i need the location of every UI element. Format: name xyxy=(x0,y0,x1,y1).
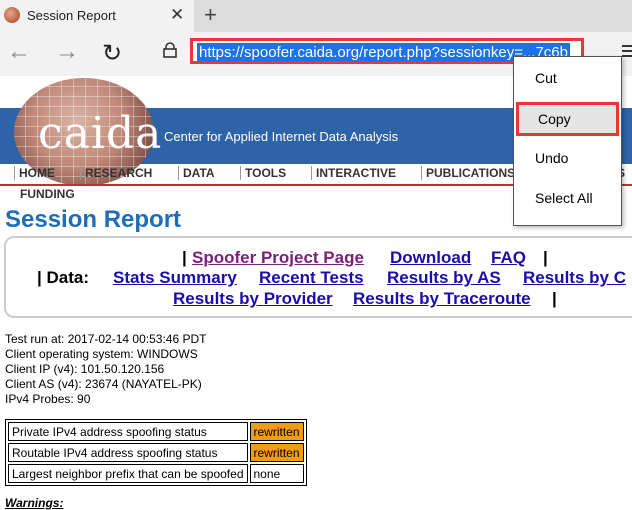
nav-funding[interactable]: FUNDING xyxy=(20,187,75,201)
separator: | xyxy=(182,248,187,267)
link-stats-summary[interactable]: Stats Summary xyxy=(113,268,237,288)
warnings-heading: Warnings: xyxy=(5,496,64,510)
link-results-by-country[interactable]: Results by C xyxy=(523,268,626,288)
link-download[interactable]: Download xyxy=(390,248,471,268)
separator: | xyxy=(552,289,557,308)
test-run-time: Test run at: 2017-02-14 00:53:46 PDT xyxy=(5,332,207,346)
status-value: none xyxy=(249,464,304,483)
client-ip: Client IP (v4): 101.50.120.156 xyxy=(5,362,165,376)
nav-tools[interactable]: TOOLS xyxy=(240,166,290,180)
forward-icon[interactable]: → xyxy=(55,38,79,66)
status-badge: rewritten xyxy=(249,443,304,462)
ipv4-probes: IPv4 Probes: 90 xyxy=(5,392,91,406)
session-info: Test run at: 2017-02-14 00:53:46 PDT Cli… xyxy=(5,332,206,407)
status-label: Private IPv4 address spoofing status xyxy=(8,422,248,441)
settings-menu-icon[interactable] xyxy=(622,45,632,60)
site-tagline: Center for Applied Internet Data Analysi… xyxy=(164,129,399,144)
table-row: Routable IPv4 address spoofing status re… xyxy=(8,443,304,462)
page-title: Session Report xyxy=(5,206,182,233)
nav-interactive[interactable]: INTERACTIVE xyxy=(311,166,400,180)
table-row: Private IPv4 address spoofing status rew… xyxy=(8,422,304,441)
link-results-by-traceroute[interactable]: Results by Traceroute xyxy=(353,289,531,309)
new-tab-icon[interactable]: + xyxy=(204,2,217,28)
link-results-by-provider[interactable]: Results by Provider xyxy=(173,289,333,309)
menu-item-undo[interactable]: Undo xyxy=(514,141,621,175)
close-tab-icon[interactable]: ✕ xyxy=(170,5,184,25)
separator: | xyxy=(543,248,548,267)
spoofing-status-table: Private IPv4 address spoofing status rew… xyxy=(5,419,307,486)
refresh-icon[interactable]: ↻ xyxy=(102,39,122,68)
tab-bar: Session Report ✕ + xyxy=(0,0,632,32)
lock-icon[interactable] xyxy=(163,42,177,58)
link-results-by-as[interactable]: Results by AS xyxy=(387,268,501,288)
favicon-icon xyxy=(4,7,20,23)
nav-research[interactable]: RESEARCH xyxy=(80,166,156,180)
status-label: Routable IPv4 address spoofing status xyxy=(8,443,248,462)
tab-session-report[interactable]: Session Report ✕ xyxy=(0,0,194,32)
nav-publications[interactable]: PUBLICATIONS xyxy=(421,166,519,180)
data-label: | Data: xyxy=(37,268,89,287)
back-icon[interactable]: ← xyxy=(7,38,31,66)
table-row: Largest neighbor prefix that can be spoo… xyxy=(8,464,304,483)
context-menu: Cut Copy Undo Select All xyxy=(513,56,622,226)
link-faq[interactable]: FAQ xyxy=(491,248,526,268)
client-os: Client operating system: WINDOWS xyxy=(5,347,198,361)
link-spoofer-project-page[interactable]: Spoofer Project Page xyxy=(192,248,364,268)
nav-home[interactable]: HOME xyxy=(14,166,59,180)
site-logo[interactable]: caida xyxy=(38,108,162,159)
client-as: Client AS (v4): 23674 (NAYATEL-PK) xyxy=(5,377,202,391)
menu-item-copy[interactable]: Copy xyxy=(516,102,619,136)
nav-data[interactable]: DATA xyxy=(178,166,219,180)
menu-item-select-all[interactable]: Select All xyxy=(514,181,621,215)
tab-title: Session Report xyxy=(27,8,116,23)
status-badge: rewritten xyxy=(249,422,304,441)
link-recent-tests[interactable]: Recent Tests xyxy=(259,268,364,288)
status-label: Largest neighbor prefix that can be spoo… xyxy=(8,464,248,483)
menu-item-cut[interactable]: Cut xyxy=(514,61,621,95)
links-box: | Spoofer Project Page Download FAQ | | … xyxy=(4,236,632,318)
